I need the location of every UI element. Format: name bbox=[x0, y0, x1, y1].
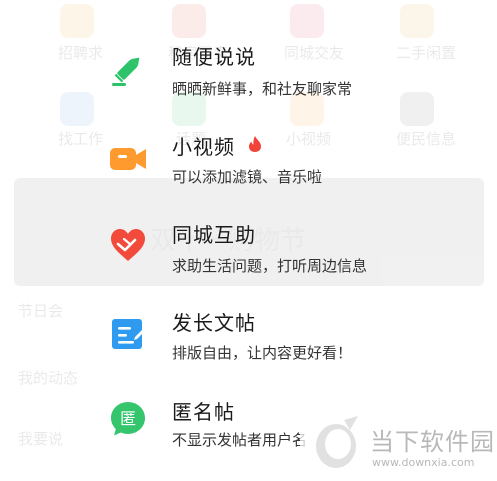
video-camera-icon bbox=[110, 148, 146, 170]
menu-item-long-article[interactable]: 发长文帖 排版自由，让内容更好看！ bbox=[0, 299, 497, 379]
watermark: 当下软件园 www.downxia.com bbox=[306, 410, 496, 481]
heart-handshake-icon bbox=[111, 229, 145, 261]
pencil-icon bbox=[112, 57, 140, 86]
anonymous-icon-glyph: 匿 bbox=[120, 409, 136, 428]
menu-item-subtitle: 晒晒新鲜事，和社友聊家常 bbox=[172, 80, 353, 98]
document-edit-icon bbox=[112, 319, 146, 349]
menu-item-title: 发长文帖 bbox=[172, 311, 256, 335]
anonymous-icon: 匿 bbox=[111, 402, 145, 436]
post-type-menu: 随便说说 晒晒新鲜事，和社友聊家常 小视频 可以添加滤镜、音乐啦 同城互助 求助… bbox=[0, 0, 497, 481]
menu-item-subtitle: 排版自由，让内容更好看！ bbox=[172, 344, 353, 362]
menu-item-title: 小视频 bbox=[172, 135, 235, 159]
menu-item-subtitle: 不显示发帖者用户名 bbox=[172, 431, 308, 449]
watermark-url: www.downxia.com bbox=[372, 456, 475, 469]
menu-item-casual-post[interactable]: 随便说说 晒晒新鲜事，和社友聊家常 bbox=[0, 36, 497, 116]
menu-item-title: 随便说说 bbox=[172, 45, 256, 69]
fire-icon bbox=[249, 136, 261, 152]
d-logo-icon bbox=[316, 416, 358, 468]
menu-item-title: 同城互助 bbox=[172, 223, 256, 247]
menu-item-subtitle: 求助生活问题，打听周边信息 bbox=[172, 257, 368, 275]
menu-item-local-help[interactable]: 同城互助 求助生活问题，打听周边信息 bbox=[0, 212, 497, 292]
menu-item-short-video[interactable]: 小视频 可以添加滤镜、音乐啦 bbox=[0, 124, 497, 204]
menu-item-subtitle: 可以添加滤镜、音乐啦 bbox=[172, 168, 323, 186]
menu-item-title: 匿名帖 bbox=[172, 400, 235, 424]
watermark-name: 当下软件园 bbox=[370, 428, 495, 456]
